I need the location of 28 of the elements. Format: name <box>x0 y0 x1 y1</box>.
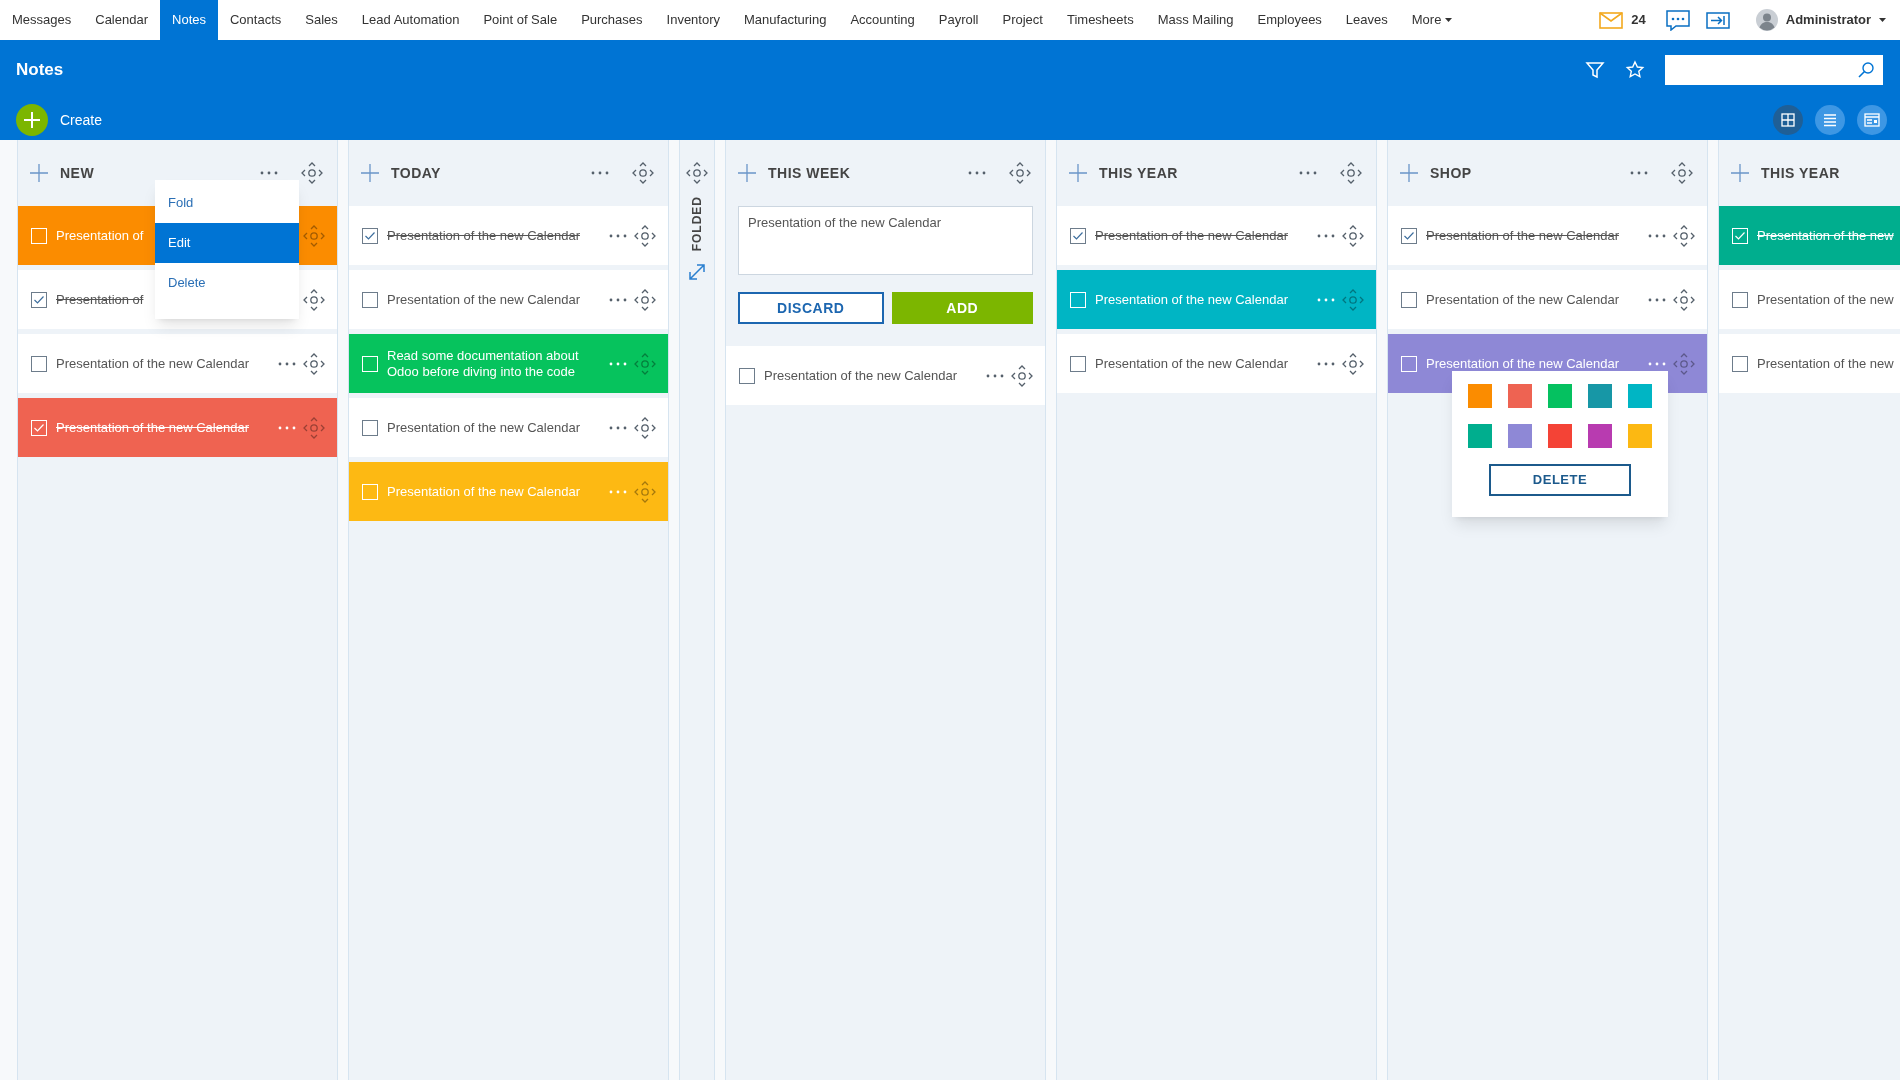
column-title: SHOP <box>1430 163 1473 183</box>
note-text: Presentation of the new Calendar <box>387 291 580 308</box>
note-text: Presentation of the new Calendar <box>1426 291 1619 308</box>
note-text: Presentation of the new Calendar <box>764 367 957 384</box>
page-title: Notes <box>16 59 64 82</box>
note-text: Read some documentation about Odoo before diving into the code <box>387 347 580 380</box>
note-text: Presentation of the new Calendar <box>56 419 249 436</box>
note-text: Presentation of the new Calendar <box>1426 355 1619 372</box>
note-text: Presentation of the new <box>1757 291 1894 308</box>
note-text: Presentation of the new Calendar <box>387 227 580 244</box>
note-text: Presentation of the new <box>1757 227 1894 244</box>
note-text: Presentation of the new <box>1757 355 1894 372</box>
note-text: Presentation of the new Calendar <box>387 483 580 500</box>
note-text: Presentation of <box>56 227 144 244</box>
note-text: Presentation of the new Calendar <box>1095 355 1288 372</box>
column-title: TODAY <box>391 163 442 183</box>
note-text: Presentation of the new Calendar <box>1095 291 1288 308</box>
note-text: Presentation of the new Calendar <box>56 355 249 372</box>
note-text: Presentation of the new Calendar <box>387 419 580 436</box>
folded-label: FOLDED <box>689 196 705 252</box>
column-title: THIS WEEK <box>768 163 852 183</box>
mail-count: 24 <box>1631 11 1646 30</box>
column-title: NEW <box>60 163 96 183</box>
column-title: THIS YEAR <box>1761 163 1841 183</box>
note-text: Presentation of the new Calendar <box>1426 227 1619 244</box>
note-text: Presentation of <box>56 291 144 308</box>
column-title: THIS YEAR <box>1099 163 1179 183</box>
note-text: Presentation of the new Calendar <box>1095 227 1288 244</box>
